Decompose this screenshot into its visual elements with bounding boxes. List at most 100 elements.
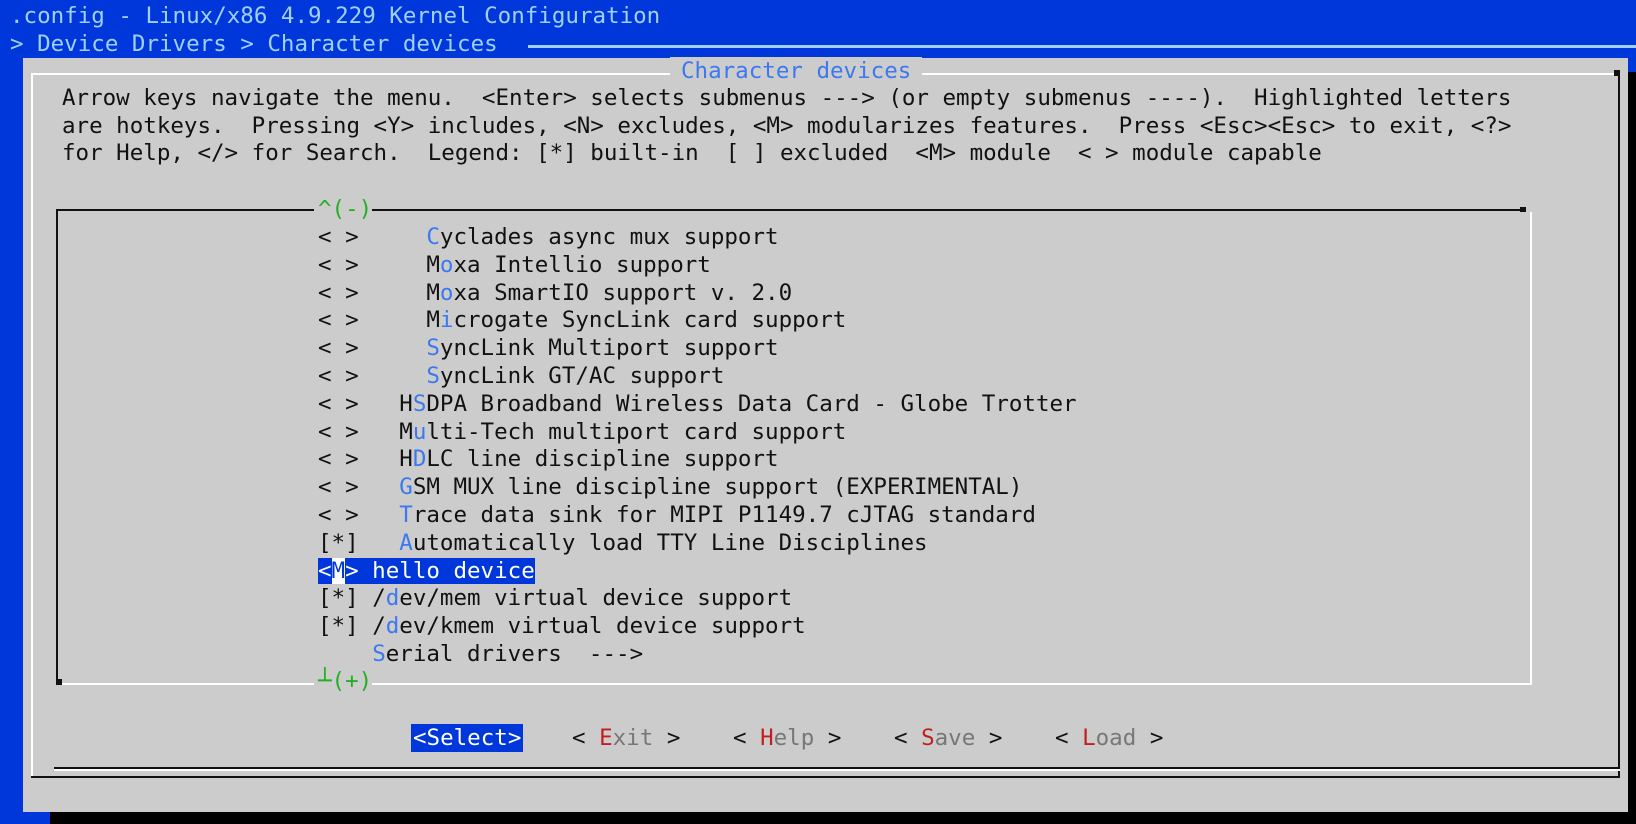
menu-box-border-right xyxy=(1530,212,1532,685)
dialog-shadow-right xyxy=(1628,72,1636,824)
menu-item[interactable]: Serial drivers ---> xyxy=(318,640,643,668)
menu-item-state: < > xyxy=(318,307,359,334)
menu-item-hotkey: i xyxy=(439,307,454,334)
menu-item-state: < > xyxy=(318,446,359,473)
menu-item-state: [*] xyxy=(318,585,359,612)
menu-item-highlight: <M> hello device xyxy=(318,557,535,584)
menu-item[interactable]: [*] /dev/kmem virtual device support xyxy=(318,612,806,640)
help-button[interactable]: < Help > xyxy=(733,724,841,752)
menu-item-hotkey: u xyxy=(412,418,427,445)
menu-item-hotkey: d xyxy=(385,613,400,640)
menu-item-hotkey: S xyxy=(426,363,440,389)
menu-item-hotkey: T xyxy=(399,502,413,528)
menu-box-border-left xyxy=(56,209,58,685)
menu-item-hotkey: S xyxy=(412,390,427,417)
menu-item-label: yclades async mux support xyxy=(439,224,779,250)
menu-item-state: < > xyxy=(318,390,359,417)
menu-item-label: / xyxy=(372,613,386,640)
menu-item-label: yncLink Multiport support xyxy=(439,335,779,362)
menu-item-label: ev/mem virtual device support xyxy=(399,585,793,612)
exit-button[interactable]: < Exit > xyxy=(572,724,680,752)
window-title: .config - Linux/x86 4.9.229 Kernel Confi… xyxy=(10,3,661,29)
menu-item-label: M xyxy=(426,251,440,278)
menu-box-corner xyxy=(56,679,62,685)
text-cursor: M xyxy=(331,557,346,584)
menu-item[interactable]: < > SyncLink Multiport support xyxy=(318,334,779,362)
dialog-border-bottom xyxy=(31,776,1620,778)
menu-item[interactable]: [*] /dev/mem virtual device support xyxy=(318,584,792,612)
dialog-border-right xyxy=(1618,73,1620,778)
menu-item[interactable]: < > Multi-Tech multiport card support xyxy=(318,418,846,446)
menu-item-label: SM MUX line discipline support (EXPERIME… xyxy=(412,474,1023,501)
menu-item[interactable]: < > Trace data sink for MIPI P1149.7 cJT… xyxy=(318,501,1036,529)
menu-item-hotkey: D xyxy=(412,446,427,473)
menu-item-state: < > xyxy=(318,335,359,362)
menu-item[interactable]: < > Moxa Intellio support xyxy=(318,251,711,279)
dialog-border-left xyxy=(31,73,33,778)
menu-item-state: < > xyxy=(318,224,359,250)
dialog-border-corner xyxy=(1614,70,1620,76)
scroll-up-indicator[interactable]: ^(-) xyxy=(318,195,373,223)
menu-item-hotkey: C xyxy=(426,224,440,250)
load-button[interactable]: < Load > xyxy=(1055,724,1163,752)
menu-item-state: [*] xyxy=(318,613,359,640)
menu-item-hotkey: S xyxy=(426,335,440,362)
menu-item-label: yncLink GT/AC support xyxy=(439,363,725,389)
dialog-shadow-bottom xyxy=(50,812,1636,824)
menu-box-border-top xyxy=(56,209,314,211)
menu-item[interactable]: < > GSM MUX line discipline support (EXP… xyxy=(318,473,1022,501)
menu-item[interactable]: < > HSDPA Broadband Wireless Data Card -… xyxy=(318,390,1077,418)
menu-item-label: H xyxy=(399,390,413,417)
menu-item-hotkey: d xyxy=(385,585,400,612)
menu-box-border-top xyxy=(372,209,1522,211)
menu-item-state: < > xyxy=(318,502,359,528)
menu-item-label: M xyxy=(399,418,413,445)
menu-item[interactable]: < > Moxa SmartIO support v. 2.0 xyxy=(318,279,792,307)
menu-item-label: race data sink for MIPI P1149.7 cJTAG st… xyxy=(412,502,1036,528)
menu-item-hotkey: G xyxy=(399,474,413,501)
menu-item-state: < > xyxy=(318,418,359,445)
menu-item[interactable]: < > Microgate SyncLink card support xyxy=(318,306,846,334)
menu-item-hotkey: o xyxy=(439,251,454,278)
menu-item-label: crogate SyncLink card support xyxy=(453,307,847,334)
menu-item[interactable]: [*] Automatically load TTY Line Discipli… xyxy=(318,529,928,557)
menu-item-label: / xyxy=(372,585,386,612)
menu-item-label: DPA Broadband Wireless Data Card - Globe… xyxy=(426,390,1077,417)
save-button[interactable]: < Save > xyxy=(894,724,1002,752)
menu-box-border-bottom xyxy=(56,683,314,685)
menu-box-border-bottom xyxy=(372,683,1532,685)
menu-item-label: lti-Tech multiport card support xyxy=(426,418,847,445)
menu-item-label: xa SmartIO support v. 2.0 xyxy=(453,279,793,306)
menu-box-corner xyxy=(1520,207,1526,212)
menu-item-label: ev/kmem virtual device support xyxy=(399,613,806,640)
menu-item-state: < > xyxy=(318,363,359,389)
select-button[interactable]: <Select> xyxy=(411,724,524,752)
menu-item-hotkey: o xyxy=(439,279,454,306)
menu-item-label: LC line discipline support xyxy=(426,446,779,473)
breadcrumb-rule xyxy=(528,45,1636,48)
menu-item[interactable]: <M> hello device xyxy=(318,557,535,585)
menu-item-label: M xyxy=(426,307,440,334)
button-separator-highlight xyxy=(54,769,1620,771)
menu-item[interactable]: < > HDLC line discipline support xyxy=(318,445,779,473)
menu-item-hotkey: A xyxy=(399,529,413,556)
menu-item-label: utomatically load TTY Line Disciplines xyxy=(412,529,928,556)
dialog-title: Character devices xyxy=(670,57,923,85)
help-line-2: are hotkeys. Pressing <Y> includes, <N> … xyxy=(62,113,1512,139)
scroll-down-indicator[interactable]: ┴(+) xyxy=(318,667,373,695)
menu-item-state xyxy=(318,641,359,667)
help-line-3: for Help, </> for Search. Legend: [*] bu… xyxy=(62,140,1322,166)
help-line-1: Arrow keys navigate the menu. <Enter> se… xyxy=(62,85,1512,111)
menu-item-label: M xyxy=(426,279,440,306)
menu-item-label: H xyxy=(399,446,413,473)
menu-item-state: < > xyxy=(318,279,359,306)
menu-item-hotkey: S xyxy=(372,641,386,667)
menu-item-label: xa Intellio support xyxy=(453,251,711,278)
menu-item-state: < > xyxy=(318,474,359,501)
menu-item-label: erial drivers ---> xyxy=(385,641,644,667)
breadcrumb: > Device Drivers > Character devices xyxy=(10,31,498,57)
menu-item[interactable]: < > SyncLink GT/AC support xyxy=(318,362,724,390)
menu-item[interactable]: < > Cyclades async mux support xyxy=(318,223,779,251)
menu-item-state: < > xyxy=(318,251,359,278)
menu-item-state: [*] xyxy=(318,529,359,556)
